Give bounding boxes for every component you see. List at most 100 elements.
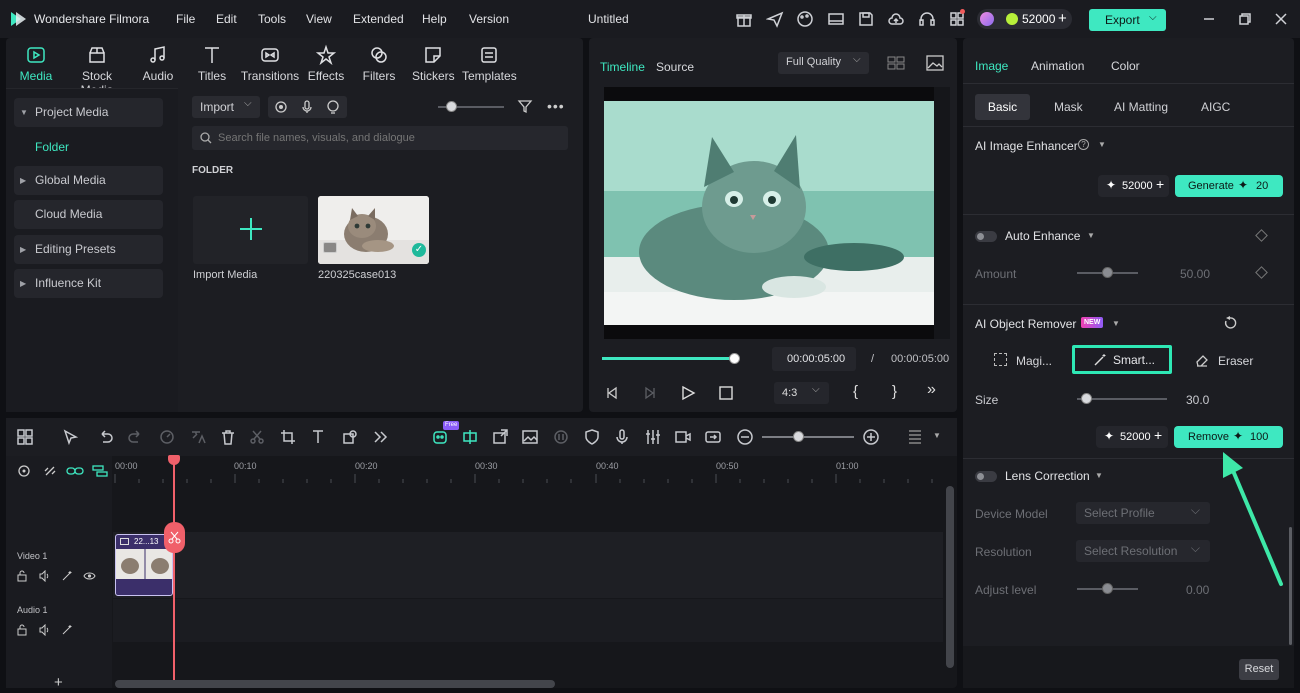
add-track-icon[interactable]: +	[54, 674, 63, 691]
auto-enhance-toggle[interactable]	[975, 231, 997, 242]
crop-icon[interactable]	[279, 428, 297, 446]
credits-pill[interactable]: 52000 +	[977, 9, 1072, 29]
expand-down-icon[interactable]: ▼	[1112, 319, 1120, 328]
adjust-level-knob[interactable]	[1102, 583, 1113, 594]
delete-icon[interactable]	[219, 428, 237, 446]
preview-video-frame[interactable]	[604, 87, 950, 339]
tool-filters[interactable]: Filters	[362, 44, 396, 83]
tool-transitions[interactable]: Transitions	[240, 44, 300, 83]
amount-slider-knob[interactable]	[1102, 267, 1113, 278]
send-icon[interactable]	[766, 10, 784, 28]
tab-animation[interactable]: Animation	[1031, 59, 1084, 73]
tool-templates[interactable]: Templates	[462, 44, 517, 83]
snapshot-image-icon[interactable]	[926, 55, 944, 71]
menu-extended[interactable]: Extended	[353, 12, 404, 26]
expand-down-icon[interactable]: ▼	[1087, 231, 1095, 240]
palette-icon[interactable]	[796, 10, 814, 28]
link-icon[interactable]	[66, 463, 84, 479]
lens-correction-toggle[interactable]	[975, 471, 997, 482]
track-settings-icon[interactable]	[16, 463, 32, 479]
track-manager-icon[interactable]	[92, 463, 108, 479]
mark-out-icon[interactable]: }	[892, 383, 897, 400]
record-screen-icon[interactable]	[274, 100, 288, 114]
timeline-zoom-slider[interactable]	[762, 436, 854, 438]
minimize-icon[interactable]	[1200, 10, 1218, 28]
more-options-icon[interactable]: •••	[547, 98, 565, 114]
thumbnail-size-knob[interactable]	[446, 101, 457, 112]
search-input[interactable]	[218, 129, 558, 147]
beat-sync-icon[interactable]	[552, 428, 570, 446]
play-icon[interactable]	[680, 385, 696, 401]
audio-mixer-icon[interactable]	[644, 428, 662, 446]
tool-effects[interactable]: Effects	[307, 44, 345, 83]
menu-edit[interactable]: Edit	[216, 12, 237, 26]
render-icon[interactable]	[704, 428, 722, 446]
zoom-in-icon[interactable]	[862, 428, 880, 446]
microphone-icon[interactable]	[300, 100, 314, 114]
menu-help[interactable]: Help	[422, 12, 447, 26]
sidebar-item-project-media[interactable]: ▼ Project Media	[14, 98, 163, 127]
tab-color[interactable]: Color	[1111, 59, 1140, 73]
previous-frame-icon[interactable]	[604, 385, 620, 401]
audio-track-lock-icon[interactable]	[16, 624, 28, 636]
size-slider-knob[interactable]	[1081, 393, 1092, 404]
layout-grid-icon[interactable]	[16, 428, 34, 446]
shield-icon[interactable]	[583, 428, 601, 446]
tab-image[interactable]: Image	[975, 59, 1008, 73]
translate-icon[interactable]	[189, 428, 207, 446]
cloud-upload-icon[interactable]	[887, 10, 905, 28]
reset-rotate-icon[interactable]	[1223, 316, 1237, 330]
video-track-eye-icon[interactable]	[83, 570, 96, 582]
menu-view[interactable]: View	[306, 12, 332, 26]
more-controls-icon[interactable]: »	[927, 381, 936, 399]
timeline-vertical-scrollbar[interactable]	[946, 486, 954, 668]
menu-version[interactable]: Version	[469, 12, 509, 26]
restore-icon[interactable]	[1236, 10, 1254, 28]
mode-magic-button[interactable]: Magi...	[985, 347, 1065, 373]
subtab-ai-matting[interactable]: AI Matting	[1114, 100, 1168, 114]
generate-button[interactable]: Generate ✦ 20	[1175, 175, 1283, 197]
mode-eraser-button[interactable]: Eraser	[1187, 347, 1267, 373]
add-credits-icon[interactable]: +	[1058, 10, 1067, 27]
text-tool-icon[interactable]	[310, 428, 328, 446]
mark-in-icon[interactable]: {	[853, 383, 858, 400]
timeline-zoom-knob[interactable]	[793, 431, 804, 442]
multicam-icon[interactable]	[674, 428, 692, 446]
import-media-tile[interactable]	[193, 196, 308, 264]
gift-icon[interactable]	[735, 10, 753, 28]
split-scissors-icon[interactable]	[248, 428, 266, 446]
sidebar-item-global-media[interactable]: ▶ Global Media	[14, 166, 163, 195]
audio-track-magic-icon[interactable]	[61, 624, 73, 636]
redo-icon[interactable]	[127, 428, 145, 446]
export-clip-icon[interactable]	[491, 428, 509, 446]
aspect-ratio-dropdown[interactable]: 4:3 ⌵	[774, 382, 829, 404]
speed-icon[interactable]	[158, 428, 176, 446]
help-icon[interactable]: ?	[1078, 139, 1089, 150]
stop-icon[interactable]	[718, 385, 734, 401]
shape-icon[interactable]	[341, 428, 359, 446]
close-icon[interactable]	[1272, 10, 1290, 28]
sidebar-item-folder[interactable]: Folder	[35, 140, 69, 154]
audio-track-speaker-icon[interactable]	[38, 624, 50, 636]
export-button[interactable]: Export ⌵	[1089, 9, 1166, 31]
sidebar-item-cloud-media[interactable]: Cloud Media	[14, 200, 163, 229]
tool-media[interactable]: Media	[18, 44, 54, 83]
add-credits-icon[interactable]: +	[1154, 427, 1162, 443]
split-at-playhead-button[interactable]	[164, 522, 185, 553]
sidebar-item-influence-kit[interactable]: ▶ Influence Kit	[14, 269, 163, 298]
sidebar-item-editing-presets[interactable]: ▶ Editing Presets	[14, 235, 163, 264]
playback-progress-knob[interactable]	[729, 353, 740, 364]
tab-timeline[interactable]: Timeline	[600, 60, 645, 74]
ai-robot-icon[interactable]	[431, 428, 449, 446]
subtab-aigc[interactable]: AIGC	[1201, 100, 1230, 114]
grid-view-icon[interactable]	[887, 56, 905, 70]
headset-icon[interactable]	[918, 10, 936, 28]
media-clip-thumbnail[interactable]: ✓	[318, 196, 429, 264]
subtab-basic[interactable]: Basic	[975, 94, 1030, 120]
timeline-horizontal-scrollbar[interactable]	[115, 680, 555, 688]
tool-titles[interactable]: Titles	[194, 44, 230, 83]
next-frame-icon[interactable]	[642, 385, 658, 401]
expand-down-icon[interactable]: ▼	[1095, 471, 1103, 480]
resolution-select[interactable]: Select Resolution	[1076, 537, 1210, 562]
layout-icon[interactable]	[827, 10, 845, 28]
